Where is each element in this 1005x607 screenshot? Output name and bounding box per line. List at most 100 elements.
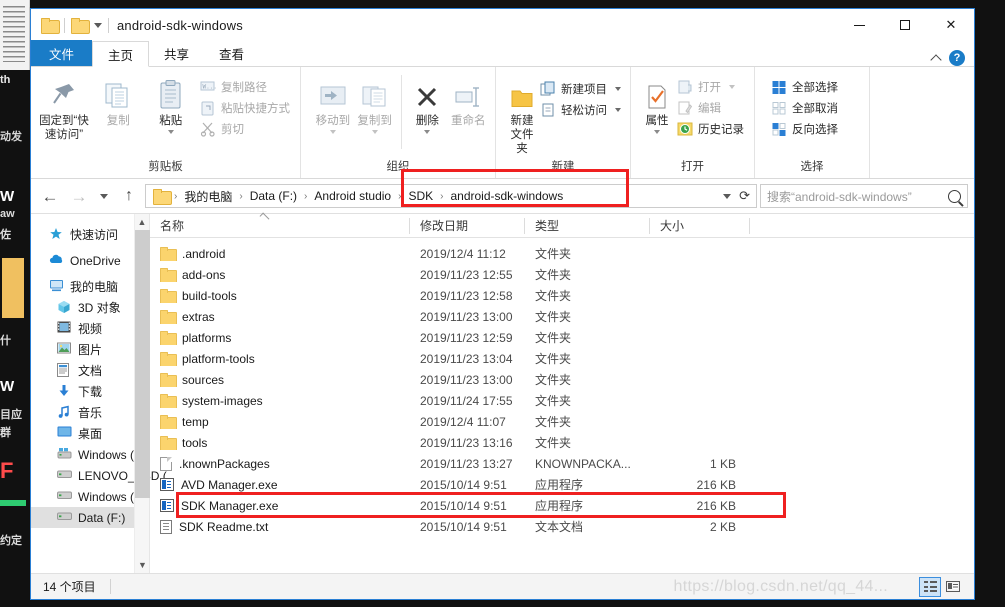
table-row[interactable]: .android 2019/12/4 11:12 文件夹 <box>150 243 974 264</box>
close-button[interactable]: ✕ <box>928 9 974 41</box>
tiles-view-button[interactable] <box>942 577 964 597</box>
refresh-icon[interactable]: ⟳ <box>739 188 750 204</box>
breadcrumb-bar[interactable]: › 我的电脑 › Data (F:) › Android studio › SD… <box>145 184 757 208</box>
file-name-cell[interactable]: sources <box>150 373 410 387</box>
breadcrumb-folder-icon[interactable] <box>153 189 172 205</box>
file-name-cell[interactable]: AVD Manager.exe <box>150 478 410 492</box>
file-name-cell[interactable]: extras <box>150 310 410 324</box>
forward-button[interactable]: → <box>66 184 92 208</box>
paste-button[interactable]: 粘贴 <box>145 71 196 134</box>
file-name-cell[interactable]: SDK Readme.txt <box>150 519 410 534</box>
file-name-cell[interactable]: add-ons <box>150 268 410 282</box>
search-icon[interactable] <box>948 189 961 203</box>
move-to-button[interactable]: 移动到 <box>313 71 353 134</box>
qat-properties-icon[interactable] <box>71 18 90 34</box>
table-row[interactable]: platforms 2019/11/23 12:59 文件夹 <box>150 327 974 348</box>
file-name-cell[interactable]: build-tools <box>150 289 410 303</box>
delete-button[interactable]: 删除 <box>409 71 445 134</box>
table-row[interactable]: temp 2019/12/4 11:07 文件夹 <box>150 411 974 432</box>
new-item-button[interactable]: 新建项目 <box>538 80 625 98</box>
search-input[interactable]: 搜索“android-sdk-windows” <box>767 188 948 205</box>
tab-home[interactable]: 主页 <box>92 41 150 67</box>
sidebar-item-pictures[interactable]: 图片 <box>31 339 149 360</box>
sidebar-item-onedrive[interactable]: OneDrive <box>31 250 149 271</box>
quick-access-toolbar[interactable] <box>31 17 109 34</box>
table-row[interactable]: system-images 2019/11/24 17:55 文件夹 <box>150 390 974 411</box>
cut-button[interactable]: 剪切 <box>198 120 294 138</box>
scrollbar-thumb[interactable] <box>135 230 150 498</box>
rename-button[interactable]: 重命名 <box>448 71 489 128</box>
sidebar-item-this-pc[interactable]: 我的电脑 <box>31 276 149 297</box>
breadcrumb-data-f[interactable]: Data (F:) <box>245 189 302 203</box>
qat-chevron-down-icon[interactable] <box>94 22 102 28</box>
file-name-cell[interactable]: .android <box>150 247 410 261</box>
table-row[interactable]: sources 2019/11/23 13:00 文件夹 <box>150 369 974 390</box>
table-row[interactable]: .knownPackages 2019/11/23 13:27 KNOWNPAC… <box>150 453 974 474</box>
tab-file[interactable]: 文件 <box>31 40 93 66</box>
copy-button[interactable]: 复制 <box>93 71 144 128</box>
properties-button[interactable]: 属性 <box>641 71 673 134</box>
breadcrumb-android-studio[interactable]: Android studio <box>309 189 396 203</box>
table-row-sdk-manager[interactable]: SDK Manager.exe 2015/10/14 9:51 应用程序 216… <box>150 495 974 516</box>
column-header-type[interactable]: 类型 <box>525 214 650 238</box>
help-icon[interactable]: ? <box>949 50 965 66</box>
table-row[interactable]: tools 2019/11/23 13:16 文件夹 <box>150 432 974 453</box>
open-chevron-down-icon[interactable] <box>729 85 735 89</box>
table-row[interactable]: platform-tools 2019/11/23 13:04 文件夹 <box>150 348 974 369</box>
sidebar-item-quick-access[interactable]: 快速访问 <box>31 224 149 245</box>
sidebar-item-videos[interactable]: 视频 <box>31 318 149 339</box>
navigation-scrollbar[interactable]: ▲ ▼ <box>134 214 150 573</box>
table-row[interactable]: SDK Readme.txt 2015/10/14 9:51 文本文档 2 KB <box>150 516 974 537</box>
file-name-cell[interactable]: platform-tools <box>150 352 410 366</box>
paste-shortcut-button[interactable]: 粘贴快捷方式 <box>198 99 294 117</box>
sidebar-item-data-f[interactable]: Data (F:) <box>31 507 149 528</box>
copy-to-chevron-down-icon[interactable] <box>371 130 378 134</box>
sidebar-item-windows-c[interactable]: Windows (C:) <box>31 444 150 465</box>
scroll-up-button[interactable]: ▲ <box>135 214 149 230</box>
new-item-chevron-down-icon[interactable] <box>615 87 621 91</box>
select-all-button[interactable]: 全部选择 <box>769 78 842 96</box>
chevron-up-icon[interactable] <box>930 53 942 66</box>
sidebar-item-3d-objects[interactable]: 3D 对象 <box>31 297 149 318</box>
table-row[interactable]: add-ons 2019/11/23 12:55 文件夹 <box>150 264 974 285</box>
new-folder-button[interactable]: 新建文件夹 <box>508 71 536 156</box>
scroll-down-button[interactable]: ▼ <box>135 557 150 573</box>
recent-locations-button[interactable] <box>95 184 113 208</box>
edit-button[interactable]: 编辑 <box>675 99 748 117</box>
tab-view[interactable]: 查看 <box>204 40 259 66</box>
sidebar-item-documents[interactable]: 文档 <box>31 360 149 381</box>
tab-share[interactable]: 共享 <box>149 40 204 66</box>
column-header-date[interactable]: 修改日期 <box>410 214 525 238</box>
details-view-button[interactable] <box>919 576 941 597</box>
file-name-cell[interactable]: tools <box>150 436 410 450</box>
sidebar-item-windows-e[interactable]: Windows (E:) <box>31 486 149 507</box>
address-chevron-down-icon[interactable] <box>723 193 732 199</box>
select-none-button[interactable]: 全部取消 <box>769 99 842 117</box>
sidebar-item-music[interactable]: 音乐 <box>31 402 149 423</box>
open-button[interactable]: 打开 <box>675 78 748 96</box>
column-header-name[interactable]: 名称 <box>150 214 410 238</box>
up-button[interactable]: ↑ <box>116 184 142 208</box>
invert-selection-button[interactable]: 反向选择 <box>769 120 842 138</box>
table-row[interactable]: extras 2019/11/23 13:00 文件夹 <box>150 306 974 327</box>
delete-chevron-down-icon[interactable] <box>424 130 431 134</box>
history-button[interactable]: 历史记录 <box>675 120 748 138</box>
breadcrumb-this-pc[interactable]: 我的电脑 <box>179 188 237 205</box>
file-name-cell[interactable]: .knownPackages <box>150 456 410 471</box>
search-box[interactable]: 搜索“android-sdk-windows” <box>760 184 968 208</box>
table-row[interactable]: build-tools 2019/11/23 12:58 文件夹 <box>150 285 974 306</box>
properties-chevron-down-icon[interactable] <box>654 130 660 134</box>
paste-chevron-down-icon[interactable] <box>167 130 174 134</box>
column-header-size[interactable]: 大小 <box>650 214 750 238</box>
file-name-cell[interactable]: system-images <box>150 394 410 408</box>
back-button[interactable]: ← <box>37 184 63 208</box>
move-to-chevron-down-icon[interactable] <box>329 130 336 134</box>
sidebar-item-downloads[interactable]: 下载 <box>31 381 149 402</box>
copy-path-button[interactable]: W... 复制路径 <box>198 78 294 96</box>
sidebar-item-lenovo-ssd[interactable]: LENOVO_SSD ( <box>31 465 167 486</box>
breadcrumb-sdk[interactable]: SDK <box>403 189 438 203</box>
file-name-cell[interactable]: temp <box>150 415 410 429</box>
maximize-button[interactable] <box>882 9 928 41</box>
copy-to-button[interactable]: 复制到 <box>355 71 395 134</box>
file-name-cell[interactable]: SDK Manager.exe <box>150 499 410 513</box>
